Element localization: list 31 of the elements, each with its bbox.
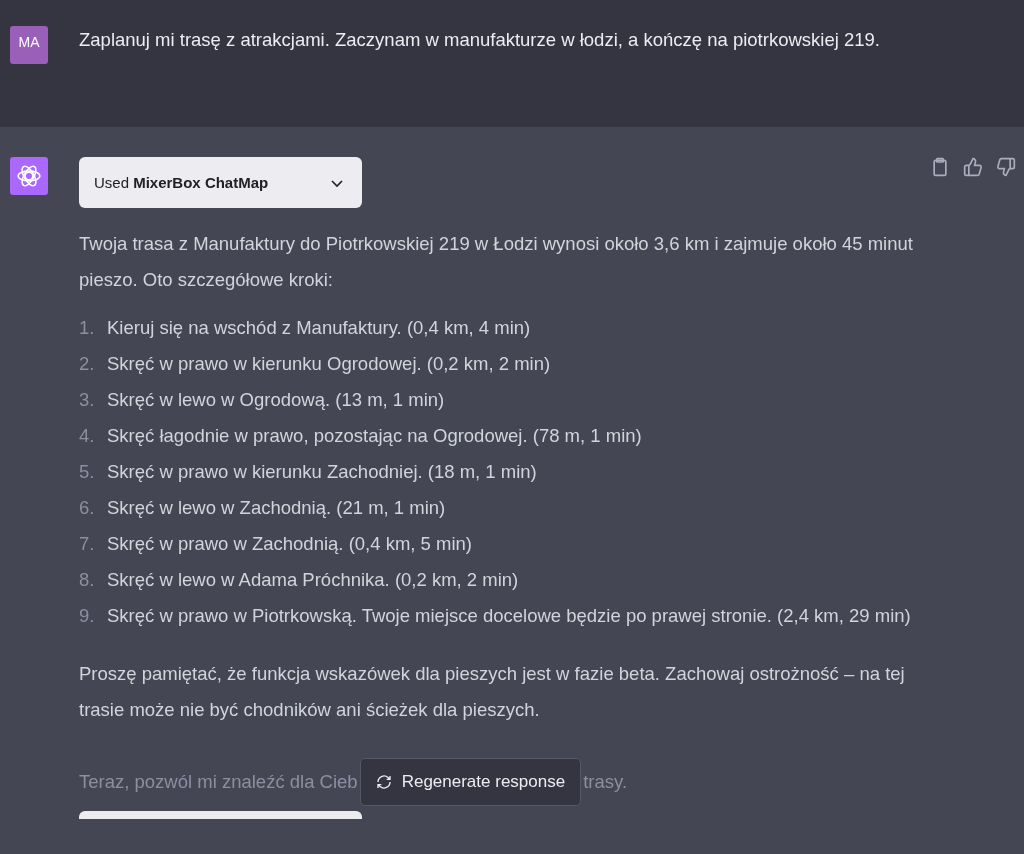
note-paragraph: Proszę pamiętać, że funkcja wskazówek dla pieszych jest w fazie beta. Zachowaj ostrożność – na tej trasie może nie być chodników ani ścieżek dla pieszych.: [79, 662, 906, 722]
refresh-icon: [375, 774, 392, 790]
step-number: 8.: [79, 568, 96, 592]
step-text: Skręć w lewo w Adama Próchnika. (0,2 km, 2 min): [107, 568, 519, 592]
step-text: Skręć w prawo w Piotrkowską. Twoje miejsce docelowe będzie po prawej stronie. (2,4 km, 29 min): [107, 604, 911, 628]
step-number: 5.: [79, 460, 96, 484]
step-text: Skręć w prawo w kierunku Zachodniej. (18 m, 1 min): [107, 460, 537, 484]
intro-paragraph: Twoja trasa z Manufaktury do Piotrkowskiej 219 w Łodzi wynosi około 3,6 km i zajmuje około 45 minut pieszo. Oto szczegółowe kroki:: [79, 232, 914, 292]
step-number: 2.: [79, 352, 96, 376]
step-text: Kieruj się na wschód z Manufaktury. (0,4 km, 4 min): [107, 316, 531, 340]
step-text: Skręć w prawo w Zachodnią. (0,4 km, 5 min): [107, 532, 472, 556]
plugin-dropdown[interactable]: Used MixerBox ChatMap: [79, 157, 362, 208]
step-text: Skręć w lewo w Zachodnią. (21 m, 1 min): [107, 496, 446, 520]
partial-text: trasy.: [583, 770, 628, 794]
step-number: 4.: [79, 424, 96, 448]
knot-logo-icon: [16, 163, 42, 189]
clipboard-icon[interactable]: [930, 157, 950, 177]
step-text: Skręć w prawo w kierunku Ogrodowej. (0,2 km, 2 min): [107, 352, 551, 376]
step-number: 7.: [79, 532, 96, 556]
thumbs-up-icon[interactable]: [963, 157, 983, 177]
step-number: 3.: [79, 388, 96, 412]
user-message: Zaplanuj mi trasę z atrakcjami. Zaczynam w manufakturze w łodzi, a kończę na piotrkowskiej 219.: [79, 28, 880, 52]
step-text: Skręć w lewo w Ogrodową. (13 m, 1 min): [107, 388, 445, 412]
step-number: 1.: [79, 316, 96, 340]
thumbs-down-icon[interactable]: [996, 157, 1016, 177]
step-number: 9.: [79, 604, 96, 628]
partial-text: Teraz, pozwól mi znaleźć dla Cieb: [79, 770, 358, 794]
step-text: Skręć łagodnie w prawo, pozostając na Ogrodowej. (78 m, 1 min): [107, 424, 642, 448]
user-avatar: MA: [10, 26, 48, 64]
regenerate-button[interactable]: Regenerate response: [359, 758, 582, 806]
step-number: 6.: [79, 496, 96, 520]
